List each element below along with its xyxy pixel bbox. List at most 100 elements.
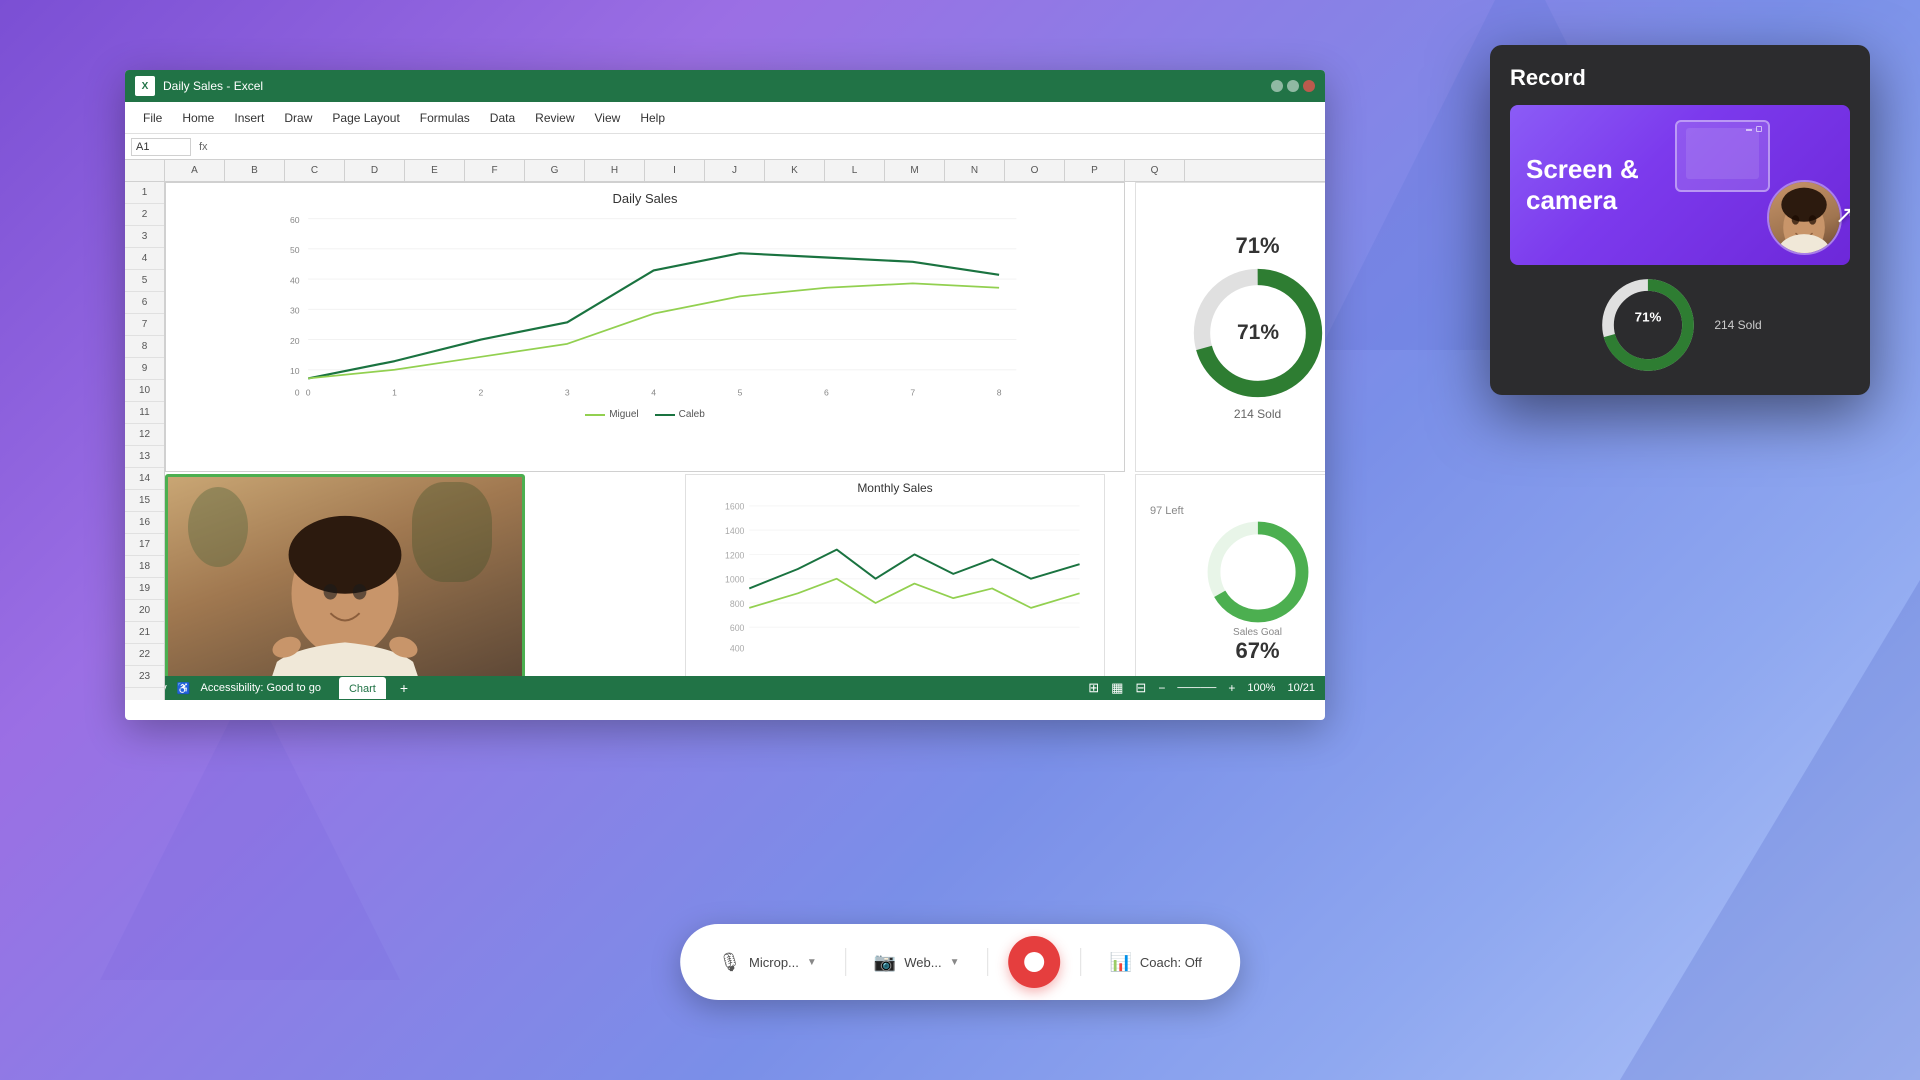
record-preview-text: Screen &camera xyxy=(1526,154,1639,216)
menu-help[interactable]: Help xyxy=(632,107,673,129)
svg-text:1200: 1200 xyxy=(725,550,745,560)
record-button-inner xyxy=(1024,952,1044,972)
microphone-button[interactable]: 🎙 Microp... ▼ xyxy=(710,948,825,977)
chart-legend: Miguel Caleb xyxy=(166,405,1124,424)
col-header-f: F xyxy=(465,160,525,181)
cursor-icon: ↗ xyxy=(1835,201,1850,230)
formula-bar: fx xyxy=(125,134,1325,160)
maximize-button[interactable] xyxy=(1287,80,1299,92)
donut-percent-top: 71% xyxy=(1235,233,1279,259)
excel-title: Daily Sales - Excel xyxy=(163,79,263,93)
legend-caleb-label: Caleb xyxy=(679,409,705,420)
zoom-out-icon[interactable]: − xyxy=(1158,681,1165,695)
record-button[interactable] xyxy=(1008,936,1060,988)
svg-text:20: 20 xyxy=(290,336,300,346)
daily-chart-title: Daily Sales xyxy=(166,183,1124,210)
svg-text:10: 10 xyxy=(290,366,300,376)
col-header-a: A xyxy=(165,160,225,181)
svg-text:71%: 71% xyxy=(1635,310,1662,325)
person-face xyxy=(1769,182,1840,253)
menu-formulas[interactable]: Formulas xyxy=(412,107,478,129)
monthly-chart-title: Monthly Sales xyxy=(686,475,1104,501)
minimize-button[interactable] xyxy=(1271,80,1283,92)
row-num-header xyxy=(125,160,165,181)
menu-view[interactable]: View xyxy=(587,107,629,129)
svg-text:6: 6 xyxy=(824,388,829,398)
record-donut-svg: 71% xyxy=(1598,275,1698,375)
close-button[interactable] xyxy=(1303,80,1315,92)
menu-insert[interactable]: Insert xyxy=(226,107,272,129)
camera-feed xyxy=(165,474,525,694)
mockup-screen xyxy=(1675,120,1770,192)
zoom-slider[interactable]: ───── xyxy=(1177,682,1216,694)
donut-svg-top: 71% xyxy=(1188,263,1326,403)
menu-page-layout[interactable]: Page Layout xyxy=(324,107,407,129)
svg-text:60: 60 xyxy=(290,215,300,225)
zoom-in-icon[interactable]: + xyxy=(1228,681,1235,695)
menu-home[interactable]: Home xyxy=(174,107,222,129)
recording-toolbar: 🎙 Microp... ▼ 📷 Web... ▼ 📊 Coach: Off xyxy=(680,924,1240,1000)
excel-logo-icon: X xyxy=(135,76,155,96)
col-header-j: J xyxy=(705,160,765,181)
svg-text:1600: 1600 xyxy=(725,502,745,512)
titlebar-left: X Daily Sales - Excel xyxy=(135,76,263,96)
col-header-c: C xyxy=(285,160,345,181)
monthly-sales-chart: Monthly Sales 1600 1400 1200 1000 800 60… xyxy=(685,474,1105,694)
excel-titlebar: X Daily Sales - Excel xyxy=(125,70,1325,102)
donut-chart-bottom: 97 Left Sales Goal 67% xyxy=(1135,474,1325,694)
donut-percent-bottom: 67% xyxy=(1235,638,1279,664)
toolbar-divider-1 xyxy=(845,948,846,976)
screen-minimize-icon xyxy=(1746,129,1752,131)
svg-text:3: 3 xyxy=(565,388,570,398)
monthly-sales-svg: 1600 1400 1200 1000 800 600 400 xyxy=(686,501,1104,671)
col-header-l: L xyxy=(825,160,885,181)
svg-text:0: 0 xyxy=(306,388,311,398)
record-preview[interactable]: Screen &camera ↗ xyxy=(1510,105,1850,265)
formula-input[interactable] xyxy=(216,141,1319,153)
mockup-screen-inner xyxy=(1686,128,1759,179)
webcam-dropdown-arrow[interactable]: ▼ xyxy=(950,957,960,968)
legend-caleb-line xyxy=(655,414,675,416)
webcam-label: Web... xyxy=(904,955,941,970)
coach-button[interactable]: 📊 Coach: Off xyxy=(1101,948,1209,977)
record-stats: 214 Sold xyxy=(1714,318,1761,332)
statusbar-right: ⊞ ▦ ⊟ − ───── + 100% 10/21 xyxy=(1088,680,1315,696)
person-face-svg xyxy=(1769,180,1840,255)
svg-text:7: 7 xyxy=(910,388,915,398)
svg-text:50: 50 xyxy=(290,245,300,255)
view-page-icon[interactable]: ▦ xyxy=(1111,680,1123,696)
col-header-g: G xyxy=(525,160,585,181)
daily-sales-svg: 60 50 40 30 20 10 0 0 1 2 3 4 5 6 7 8 xyxy=(166,210,1124,400)
coach-label: Coach: Off xyxy=(1140,955,1202,970)
svg-text:2: 2 xyxy=(479,388,484,398)
record-person-thumbnail xyxy=(1767,180,1842,255)
col-header-b: B xyxy=(225,160,285,181)
col-header-o: O xyxy=(1005,160,1065,181)
col-header-i: I xyxy=(645,160,705,181)
sheet-tab-chart[interactable]: Chart xyxy=(339,677,386,699)
svg-text:600: 600 xyxy=(730,623,745,633)
col-header-d: D xyxy=(345,160,405,181)
add-sheet-icon[interactable]: + xyxy=(400,680,408,696)
donut-goal-label: Sales Goal xyxy=(1233,627,1282,638)
webcam-icon: 📷 xyxy=(874,952,896,973)
row-numbers: 1 2 3 4 5 6 7 8 9 10 11 12 13 14 15 16 1… xyxy=(125,182,165,700)
col-header-p: P xyxy=(1065,160,1125,181)
record-sold-count: 214 Sold xyxy=(1714,318,1761,332)
daily-sales-chart: Daily Sales 60 50 40 30 20 10 0 0 1 xyxy=(165,182,1125,472)
view-normal-icon[interactable]: ⊞ xyxy=(1088,680,1099,696)
menu-draw[interactable]: Draw xyxy=(276,107,320,129)
col-header-k: K xyxy=(765,160,825,181)
col-header-n: N xyxy=(945,160,1005,181)
zoom-level: 100% xyxy=(1247,682,1275,694)
webcam-button[interactable]: 📷 Web... ▼ xyxy=(866,948,968,977)
menu-data[interactable]: Data xyxy=(482,107,523,129)
menu-review[interactable]: Review xyxy=(527,107,582,129)
view-break-icon[interactable]: ⊟ xyxy=(1135,680,1146,696)
microphone-icon: 🎙 xyxy=(718,952,741,973)
svg-text:1400: 1400 xyxy=(725,526,745,536)
microphone-label: Microp... xyxy=(749,955,799,970)
cell-reference-input[interactable] xyxy=(131,138,191,156)
microphone-dropdown-arrow[interactable]: ▼ xyxy=(807,957,817,968)
menu-file[interactable]: File xyxy=(135,107,170,129)
